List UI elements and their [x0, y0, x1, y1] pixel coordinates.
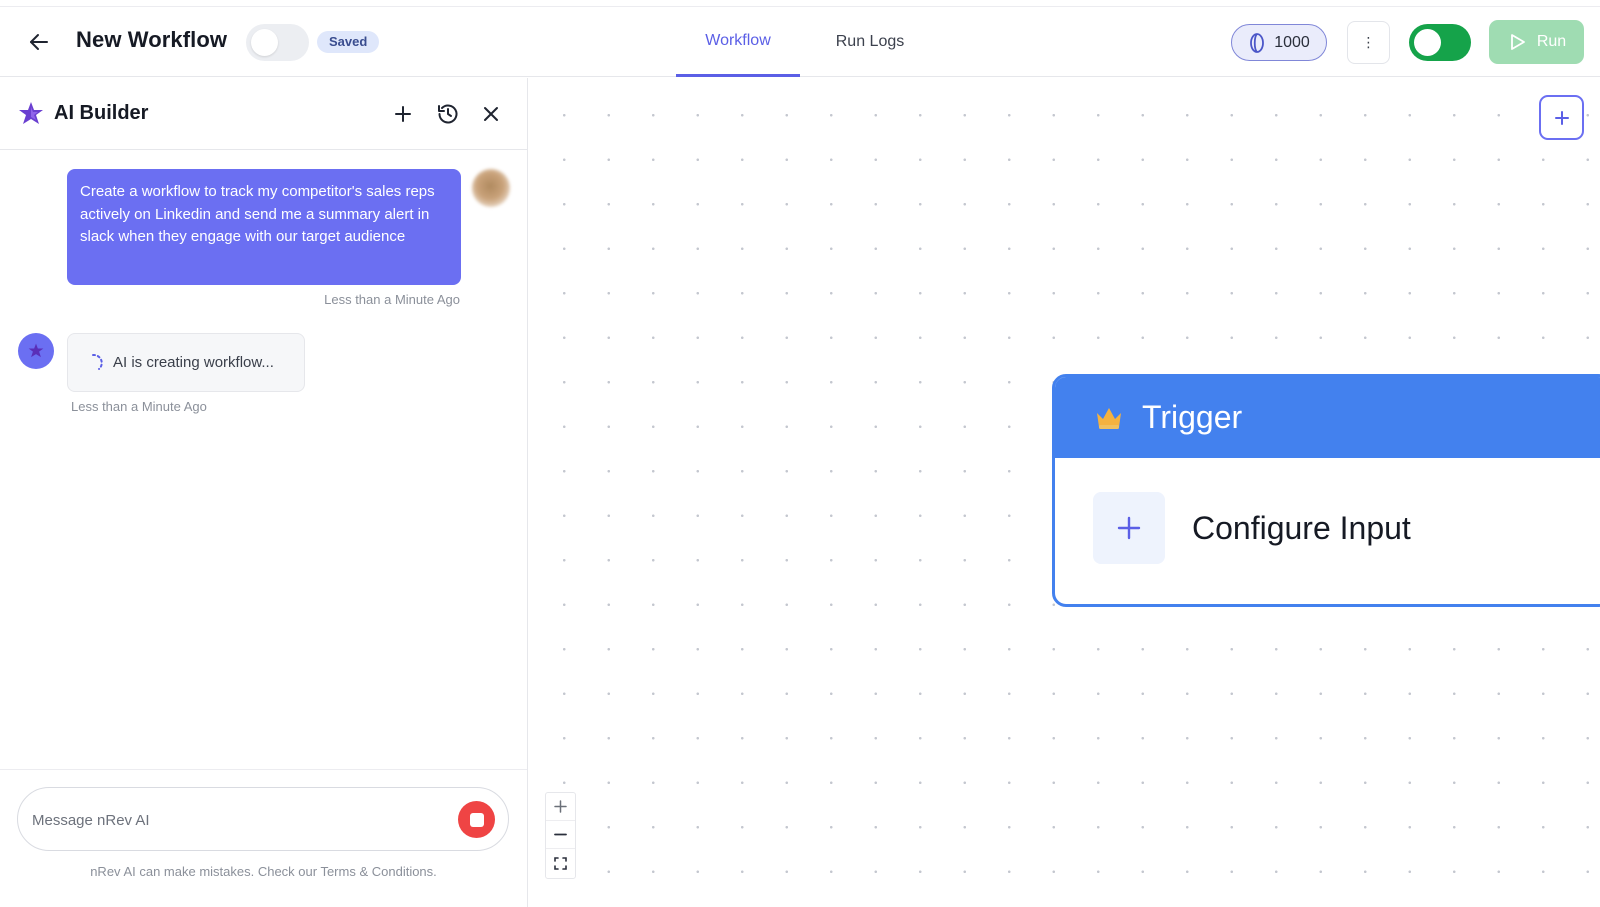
- ai-disclaimer: nRev AI can make mistakes. Check our Ter…: [90, 864, 437, 879]
- zoom-controls: [545, 792, 576, 879]
- composer-divider: [0, 769, 527, 770]
- close-panel-button[interactable]: [475, 98, 507, 130]
- user-message: Create a workflow to track my competitor…: [67, 169, 461, 285]
- toggle-knob: [1414, 29, 1441, 56]
- draft-toggle[interactable]: [246, 24, 309, 61]
- user-message-timestamp: Less than a Minute Ago: [324, 292, 460, 307]
- configure-input-button[interactable]: [1093, 492, 1165, 564]
- kebab-icon: ⋮: [1361, 34, 1376, 50]
- history-button[interactable]: [432, 98, 464, 130]
- sparkle-icon: [28, 343, 44, 358]
- crown-icon: [1097, 407, 1121, 429]
- arrow-left-icon: [30, 34, 48, 50]
- ai-builder-panel: AI Builder Create a workflow to track my…: [0, 78, 528, 907]
- minus-icon: [554, 833, 567, 836]
- workflow-header: New Workflow Saved Workflow Run Logs 100…: [0, 7, 1600, 77]
- workflow-canvas[interactable]: Trigger Configure Input: [528, 78, 1600, 907]
- tab-run-logs[interactable]: Run Logs: [814, 7, 926, 77]
- plus-icon: [1554, 110, 1569, 125]
- ai-message: AI is creating workflow...: [67, 333, 305, 392]
- stop-icon: [469, 812, 484, 827]
- history-icon: [438, 104, 458, 124]
- ai-message-timestamp: Less than a Minute Ago: [71, 399, 207, 414]
- fit-view-button[interactable]: [546, 849, 575, 877]
- tab-workflow[interactable]: Workflow: [676, 7, 800, 77]
- ai-avatar: [18, 333, 54, 369]
- back-button[interactable]: [22, 25, 56, 59]
- sparkle-icon: [19, 102, 43, 124]
- coin-icon: [1250, 32, 1265, 53]
- play-icon: [1510, 34, 1525, 50]
- zoom-in-button[interactable]: [546, 793, 575, 821]
- stop-generation-button[interactable]: [458, 801, 495, 838]
- trigger-node[interactable]: Trigger Configure Input: [1052, 374, 1600, 607]
- plus-icon: [1117, 516, 1141, 540]
- toggle-knob: [251, 29, 278, 56]
- saved-status-badge: Saved: [317, 31, 380, 53]
- panel-title: AI Builder: [54, 102, 149, 124]
- credits-count: 1000: [1274, 33, 1310, 51]
- panel-header: AI Builder: [0, 78, 527, 150]
- new-chat-button[interactable]: [387, 98, 419, 130]
- trigger-node-header: Trigger: [1055, 377, 1600, 458]
- publish-toggle[interactable]: [1409, 24, 1471, 61]
- configure-input-label[interactable]: Configure Input: [1192, 510, 1411, 547]
- user-avatar: [472, 169, 510, 207]
- top-strip: [0, 0, 1600, 7]
- message-composer: [17, 787, 509, 851]
- workflow-title[interactable]: New Workflow: [76, 27, 227, 53]
- add-node-button[interactable]: [1539, 95, 1584, 140]
- run-button-label: Run: [1536, 33, 1567, 50]
- more-options-button[interactable]: ⋮: [1347, 21, 1390, 64]
- spinner-icon: [92, 353, 103, 370]
- credits-pill[interactable]: 1000: [1231, 24, 1327, 61]
- zoom-out-button[interactable]: [546, 821, 575, 849]
- fit-view-icon: [554, 856, 567, 870]
- message-input[interactable]: [32, 806, 432, 834]
- plus-icon: [395, 106, 411, 122]
- close-icon: [484, 107, 498, 121]
- plus-icon: [554, 800, 567, 813]
- run-button[interactable]: Run: [1489, 20, 1584, 64]
- ai-message-text: AI is creating workflow...: [113, 354, 274, 371]
- trigger-node-title: Trigger: [1142, 399, 1243, 435]
